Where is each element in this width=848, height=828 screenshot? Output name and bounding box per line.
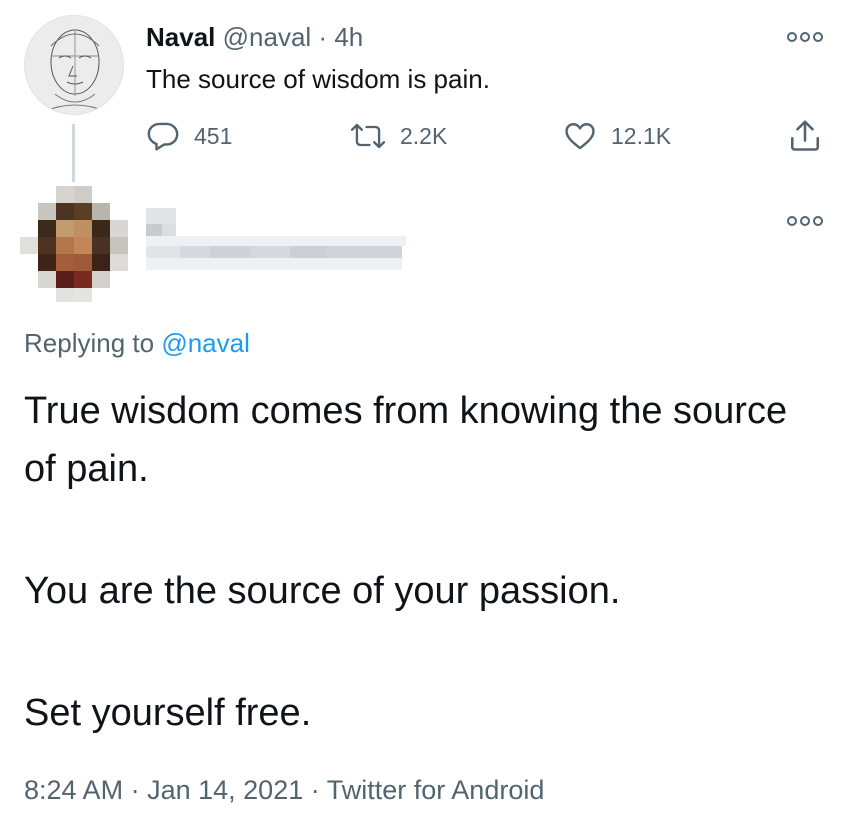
replying-handle-link[interactable]: @naval (161, 328, 250, 358)
author-handle[interactable]: @naval (223, 22, 312, 52)
reply-client[interactable]: Twitter for Android (327, 775, 545, 805)
tweet-age[interactable]: 4h (334, 22, 363, 52)
share-button[interactable] (786, 116, 824, 156)
reply-button[interactable]: 451 (146, 116, 232, 156)
reply-count: 451 (194, 122, 233, 149)
author-name[interactable]: Naval (146, 22, 215, 52)
replying-prefix: Replying to (24, 328, 155, 358)
naval-avatar[interactable] (24, 15, 124, 115)
reply-paragraph: Set yourself free. (24, 692, 312, 734)
retweet-icon (350, 119, 386, 153)
reply-metadata: 8:24 AM · Jan 14, 2021 · Twitter for And… (24, 770, 544, 810)
reply-time[interactable]: 8:24 AM (24, 775, 123, 805)
reply-icon (146, 119, 180, 153)
share-icon (786, 118, 824, 154)
header-separator: · (318, 22, 328, 52)
reply-avatar-pixelated[interactable] (16, 186, 132, 302)
meta-separator: · (310, 775, 320, 805)
like-icon (563, 119, 597, 153)
reply-author-redacted[interactable] (146, 208, 406, 274)
replying-to: Replying to @naval (24, 326, 250, 360)
reply-paragraph: True wisdom comes from knowing the sourc… (24, 390, 788, 490)
like-count: 12.1K (611, 122, 672, 149)
meta-separator: · (130, 775, 140, 805)
more-icon[interactable] (786, 30, 824, 44)
tweet-actions: 451 2.2K 12.1K (0, 116, 848, 156)
like-button[interactable]: 12.1K (563, 116, 671, 156)
tweet-header: Naval @naval · 4h (146, 20, 363, 54)
retweet-button[interactable]: 2.2K (350, 116, 447, 156)
reply-paragraph: You are the source of your passion. (24, 570, 621, 612)
reply-date[interactable]: Jan 14, 2021 (147, 775, 303, 805)
more-icon[interactable] (786, 214, 824, 228)
tweet-text: The source of wisdom is pain. (146, 64, 490, 94)
reply-text: True wisdom comes from knowing the sourc… (24, 382, 824, 742)
retweet-count: 2.2K (400, 122, 448, 149)
